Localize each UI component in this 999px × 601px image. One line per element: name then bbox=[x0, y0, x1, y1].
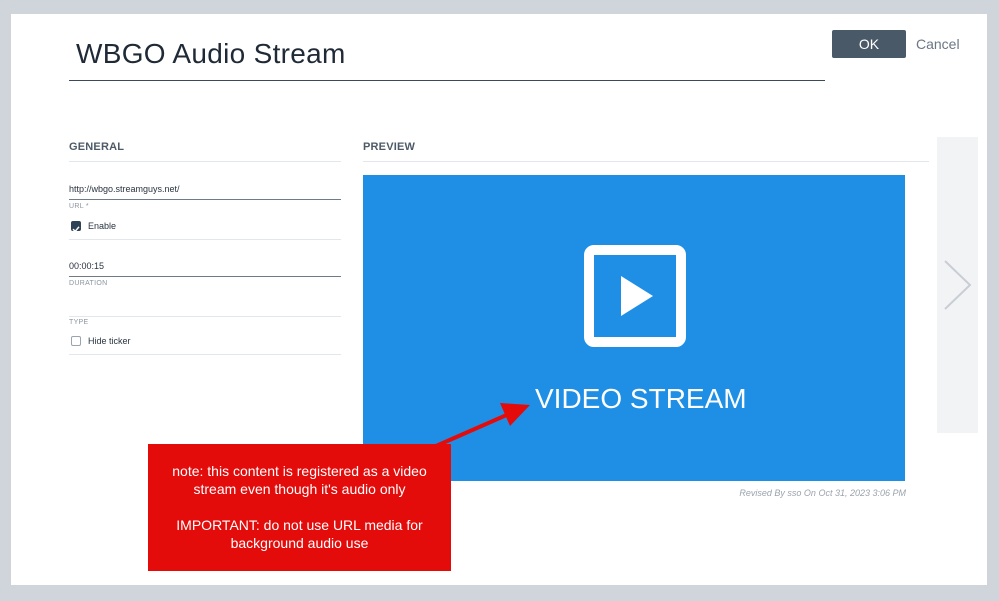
enable-label: Enable bbox=[88, 221, 117, 231]
url-input[interactable]: http://wbgo.streamguys.net/ bbox=[69, 184, 180, 194]
general-heading: GENERAL bbox=[69, 141, 125, 153]
play-icon[interactable] bbox=[584, 245, 686, 347]
duration-underline bbox=[69, 276, 341, 277]
type-rule bbox=[69, 354, 341, 355]
cancel-button[interactable]: Cancel bbox=[916, 30, 960, 58]
preview-heading: PREVIEW bbox=[363, 141, 416, 153]
title-text: WBGO Audio Stream bbox=[76, 38, 346, 69]
checkmark-icon bbox=[72, 226, 80, 233]
preview-rule bbox=[363, 161, 929, 162]
type-label: TYPE bbox=[69, 319, 89, 326]
duration-rule bbox=[69, 316, 341, 317]
hide-ticker-checkbox[interactable] bbox=[71, 336, 81, 346]
play-triangle bbox=[621, 276, 653, 316]
duration-input[interactable]: 00:00:15 bbox=[69, 261, 104, 271]
chevron-right-icon[interactable] bbox=[937, 137, 978, 433]
preview-player[interactable]: VIDEO STREAM bbox=[363, 175, 905, 481]
next-pane[interactable] bbox=[937, 137, 978, 433]
annotation-note: note: this content is registered as a vi… bbox=[148, 444, 451, 571]
note-line-1: note: this content is registered as a vi… bbox=[172, 463, 427, 497]
general-rule bbox=[69, 161, 341, 162]
url-label: URL * bbox=[69, 203, 89, 210]
enable-rule bbox=[69, 239, 341, 240]
dialog: WBGO Audio Stream OK Cancel GENERAL http… bbox=[11, 14, 987, 585]
revised-info: Revised By sso On Oct 31, 2023 3:06 PM bbox=[739, 488, 906, 498]
ok-button[interactable]: OK bbox=[832, 30, 906, 58]
url-underline bbox=[69, 199, 341, 200]
duration-label: DURATION bbox=[69, 280, 108, 287]
preview-caption: VIDEO STREAM bbox=[535, 383, 747, 414]
title-field[interactable]: WBGO Audio Stream bbox=[69, 32, 825, 81]
hide-ticker-label: Hide ticker bbox=[88, 336, 131, 346]
enable-checkbox[interactable] bbox=[71, 221, 81, 233]
note-line-2: IMPORTANT: do not use URL media for back… bbox=[176, 517, 423, 551]
